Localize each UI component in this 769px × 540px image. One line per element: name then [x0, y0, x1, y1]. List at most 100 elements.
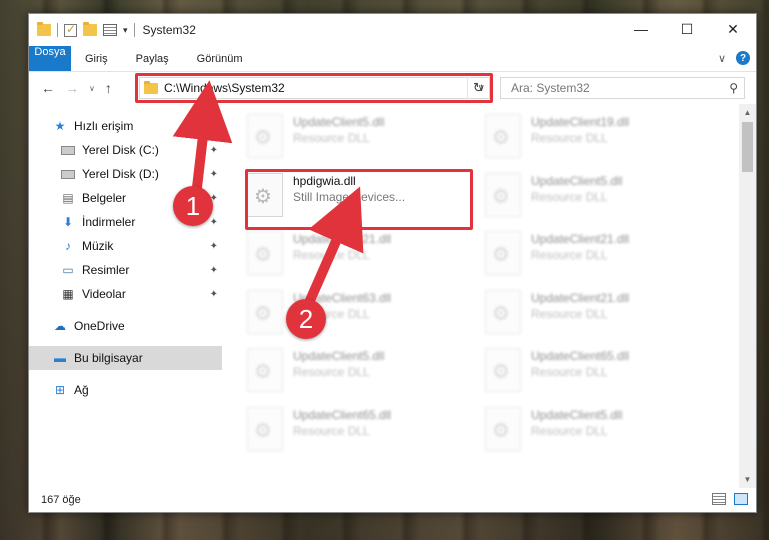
file-type: Resource DLL	[293, 248, 370, 262]
dll-file-icon	[247, 348, 283, 392]
file-name: UpdateClient21.dll	[531, 232, 630, 246]
scroll-down-icon[interactable]: ▼	[739, 471, 756, 488]
sidebar-item-videos[interactable]: ▦ Videolar ✦	[29, 282, 224, 306]
file-name: UpdateClient19.dll	[531, 115, 630, 129]
tab-file[interactable]: Dosya	[29, 46, 71, 71]
sidebar-item-pictures[interactable]: ▭ Resimler ✦	[29, 258, 224, 282]
sidebar-item-label: Belgeler	[82, 191, 127, 205]
videos-icon: ▦	[62, 287, 74, 301]
properties-icon[interactable]	[103, 24, 117, 36]
recent-locations-icon[interactable]: ∨	[89, 84, 95, 93]
search-icon[interactable]: ⚲	[729, 81, 738, 95]
file-item[interactable]: UpdateClient5.dllResource DLL	[485, 405, 723, 464]
pictures-icon: ▭	[62, 263, 74, 277]
drive-icon	[61, 143, 75, 157]
file-item[interactable]: UpdateClient21.dllResource DLL	[485, 288, 723, 347]
sidebar-item-label: Yerel Disk (C:)	[82, 143, 159, 157]
file-item[interactable]: UpdateClient5.dllResource DLL	[247, 346, 485, 405]
properties-check-icon[interactable]	[64, 22, 77, 37]
file-list: UpdateClient5.dllResource DLL UpdateClie…	[225, 104, 756, 488]
sidebar-item-label: Yerel Disk (D:)	[82, 167, 159, 181]
dll-file-icon	[485, 406, 521, 451]
tab-view[interactable]: Görünüm	[183, 46, 257, 71]
sidebar-item-label: OneDrive	[74, 319, 125, 333]
dll-file-icon	[485, 231, 521, 275]
sidebar-item-local-disk-d[interactable]: Yerel Disk (D:) ✦	[29, 162, 224, 186]
view-toggle	[712, 493, 748, 505]
file-type: Resource DLL	[293, 365, 370, 379]
pin-icon[interactable]: ✦	[210, 217, 218, 228]
folder-icon	[37, 22, 51, 36]
window-title: System32	[142, 23, 196, 37]
file-grid: UpdateClient5.dllResource DLL UpdateClie…	[247, 112, 723, 463]
sidebar-item-this-pc[interactable]: ▬ Bu bilgisayar	[29, 346, 222, 370]
file-item[interactable]: UpdateClient21.dllResource DLL	[247, 229, 485, 288]
file-type: Resource DLL	[531, 131, 608, 145]
address-path: C:\Windows\System32	[164, 81, 285, 95]
sidebar-item-label: İndirmeler	[82, 215, 136, 229]
details-view-icon[interactable]	[712, 493, 726, 505]
sidebar-item-label: Bu bilgisayar	[74, 351, 143, 365]
folder-icon	[144, 80, 158, 94]
pin-icon[interactable]: ✦	[210, 241, 218, 252]
step-badge-2: 2	[286, 299, 326, 339]
pin-icon[interactable]: ✦	[210, 289, 218, 300]
sidebar-item-onedrive[interactable]: ☁ OneDrive	[29, 314, 224, 338]
documents-icon: ▤	[62, 191, 74, 205]
vertical-scrollbar[interactable]: ▲ ▼	[739, 104, 756, 488]
sidebar-item-network[interactable]: ⊞ Ağ	[29, 378, 224, 402]
expand-ribbon-icon[interactable]: ∨	[718, 52, 726, 65]
minimize-button[interactable]: —	[618, 14, 664, 44]
sidebar-item-quick-access[interactable]: ★ Hızlı erişim	[29, 114, 224, 138]
tab-share[interactable]: Paylaş	[122, 46, 183, 71]
forward-arrow-icon[interactable]: →	[65, 80, 79, 96]
scroll-up-icon[interactable]: ▲	[739, 104, 756, 121]
dll-file-icon	[247, 114, 283, 158]
dll-file-icon	[485, 114, 521, 158]
sidebar-item-label: Müzik	[82, 239, 114, 253]
search-placeholder: Ara: System32	[511, 81, 590, 95]
maximize-button[interactable]: ☐	[664, 14, 710, 44]
music-icon: ♪	[65, 239, 71, 253]
sidebar-item-label: Resimler	[82, 263, 130, 277]
file-item[interactable]: UpdateClient21.dll Resource DLL	[485, 229, 723, 288]
pin-icon[interactable]: ✦	[210, 145, 218, 156]
sidebar-item-music[interactable]: ♪ Müzik ✦	[29, 234, 224, 258]
file-name: UpdateClient21.dll	[531, 290, 630, 305]
up-arrow-icon[interactable]: ↑	[105, 80, 112, 96]
navigation-bar: ← → ∨ ↑ C:\Windows\System32 ∨ ↻ Ara: Sys…	[29, 72, 756, 104]
close-button[interactable]: ✕	[710, 14, 756, 44]
file-item[interactable]: UpdateClient19.dll Resource DLL	[485, 112, 723, 171]
back-arrow-icon[interactable]: ←	[41, 80, 55, 96]
tab-home[interactable]: Giriş	[71, 46, 122, 71]
file-item[interactable]: UpdateClient65.dllResource DLL	[485, 346, 723, 405]
title-bar: ▾ System32 — ☐ ✕	[29, 14, 756, 46]
file-item[interactable]: UpdateClient63.dllResource DLL	[247, 288, 485, 347]
drive-icon	[61, 167, 75, 181]
file-type: Resource DLL	[531, 423, 608, 438]
address-bar[interactable]: C:\Windows\System32 ∨	[139, 77, 490, 99]
new-folder-icon[interactable]	[83, 22, 97, 36]
quick-access-toolbar: ▾	[29, 14, 135, 46]
pin-icon[interactable]: ✦	[210, 169, 218, 180]
navigation-pane: ★ Hızlı erişim Yerel Disk (C:) ✦ Yerel D…	[29, 104, 225, 488]
file-item[interactable]: UpdateClient65.dllResource DLL	[247, 405, 485, 464]
help-icon[interactable]: ?	[736, 51, 750, 65]
downloads-icon: ⬇	[62, 215, 74, 229]
file-item[interactable]: UpdateClient5.dllResource DLL	[247, 112, 485, 171]
sidebar-item-label: Ağ	[74, 383, 89, 397]
file-type: Resource DLL	[531, 248, 608, 262]
pin-icon[interactable]: ✦	[210, 265, 218, 276]
sidebar-item-local-disk-c[interactable]: Yerel Disk (C:) ✦	[29, 138, 224, 162]
file-type: Resource DLL	[293, 131, 370, 145]
scrollbar-thumb[interactable]	[742, 122, 753, 172]
tiles-view-icon[interactable]	[734, 493, 748, 505]
dll-file-icon	[485, 289, 521, 334]
customize-toolbar-icon[interactable]: ▾	[123, 25, 128, 36]
search-input[interactable]: Ara: System32 ⚲	[500, 77, 745, 99]
network-icon: ⊞	[54, 383, 66, 397]
file-item[interactable]: UpdateClient5.dllResource DLL	[485, 171, 723, 230]
toolbar-divider	[57, 23, 58, 37]
dll-file-icon	[485, 172, 521, 217]
refresh-icon[interactable]: ↻	[467, 77, 489, 99]
